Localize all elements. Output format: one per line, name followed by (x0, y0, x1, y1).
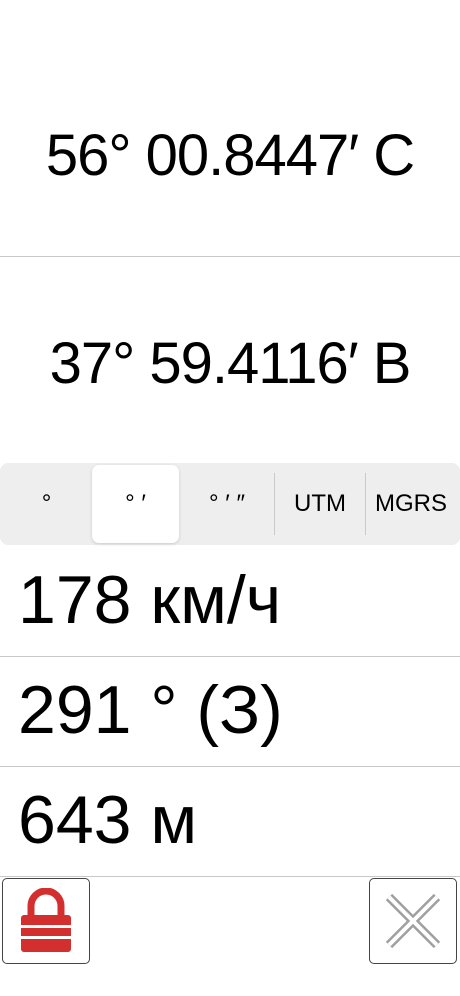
longitude-readout: 37° 59.4116′ В (49, 331, 412, 396)
lock-icon (21, 888, 71, 952)
close-icon (385, 893, 441, 949)
divider (0, 876, 460, 877)
close-button[interactable] (369, 878, 457, 964)
format-option-degrees[interactable]: ° (2, 465, 91, 543)
divider (0, 766, 460, 767)
speed-readout: 178 км/ч (18, 562, 282, 638)
heading-readout: 291 ° (З) (18, 672, 283, 748)
format-option-degrees-minutes-seconds[interactable]: ° ′ ″ (180, 465, 274, 543)
format-option-mgrs[interactable]: MGRS (366, 465, 456, 543)
format-option-degrees-minutes[interactable]: ° ′ (92, 465, 179, 543)
divider (0, 256, 460, 257)
altitude-readout: 643 м (18, 782, 198, 858)
format-option-utm[interactable]: UTM (275, 465, 365, 543)
divider (0, 656, 460, 657)
coordinate-format-segmented-control: ° ° ′ ° ′ ″ UTM MGRS (0, 463, 460, 545)
latitude-readout: 56° 00.8447′ С (45, 123, 415, 188)
lock-button[interactable] (2, 878, 90, 964)
